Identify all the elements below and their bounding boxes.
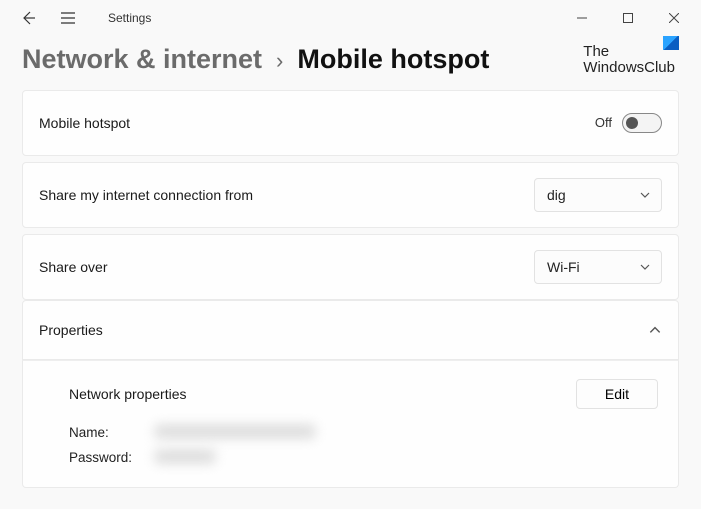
share-from-select[interactable]: dig	[534, 178, 662, 212]
name-value-redacted	[155, 425, 315, 438]
hotspot-state-text: Off	[595, 115, 612, 130]
properties-header-label: Properties	[39, 322, 103, 338]
menu-button[interactable]	[56, 6, 80, 30]
properties-body: Network properties Edit Name: Password:	[22, 360, 679, 488]
share-from-card: Share my internet connection from dig	[22, 162, 679, 228]
hotspot-toggle[interactable]	[622, 113, 662, 133]
properties-expander[interactable]: Properties	[22, 300, 679, 360]
name-row: Name:	[69, 425, 658, 440]
maximize-icon	[623, 13, 633, 23]
watermark-logo: The WindowsClub	[583, 44, 679, 76]
name-key: Name:	[69, 425, 155, 440]
breadcrumb-parent[interactable]: Network & internet	[22, 44, 262, 75]
hamburger-icon	[60, 10, 76, 26]
page-title: Mobile hotspot	[297, 44, 489, 75]
password-row: Password:	[69, 450, 658, 465]
share-from-value: dig	[547, 187, 566, 203]
maximize-button[interactable]	[605, 2, 651, 34]
back-button[interactable]	[16, 6, 40, 30]
minimize-icon	[577, 13, 587, 23]
app-title: Settings	[108, 11, 151, 25]
share-from-label: Share my internet connection from	[39, 187, 253, 203]
share-over-card: Share over Wi-Fi	[22, 234, 679, 300]
mobile-hotspot-card: Mobile hotspot Off	[22, 90, 679, 156]
chevron-right-icon: ›	[276, 48, 283, 74]
chevron-down-icon	[639, 189, 651, 201]
settings-content: Mobile hotspot Off Share my internet con…	[0, 90, 701, 488]
arrow-left-icon	[20, 10, 36, 26]
share-over-select[interactable]: Wi-Fi	[534, 250, 662, 284]
close-icon	[669, 13, 679, 23]
title-bar: Settings	[0, 0, 701, 36]
page-header: Network & internet › Mobile hotspot The …	[0, 36, 701, 90]
share-over-value: Wi-Fi	[547, 259, 580, 275]
toggle-knob-icon	[626, 117, 638, 129]
watermark-line2: WindowsClub	[583, 60, 675, 76]
chevron-up-icon	[648, 323, 662, 337]
chevron-down-icon	[639, 261, 651, 273]
minimize-button[interactable]	[559, 2, 605, 34]
breadcrumb: Network & internet › Mobile hotspot	[22, 44, 489, 75]
mobile-hotspot-label: Mobile hotspot	[39, 115, 130, 131]
network-properties-label: Network properties	[69, 386, 187, 402]
password-key: Password:	[69, 450, 155, 465]
password-value-redacted	[155, 450, 215, 463]
watermark-square-icon	[663, 36, 679, 50]
close-button[interactable]	[651, 2, 697, 34]
share-over-label: Share over	[39, 259, 107, 275]
edit-button[interactable]: Edit	[576, 379, 658, 409]
properties-group: Properties Network properties Edit Name:…	[22, 300, 679, 488]
watermark-line1: The	[583, 44, 675, 60]
